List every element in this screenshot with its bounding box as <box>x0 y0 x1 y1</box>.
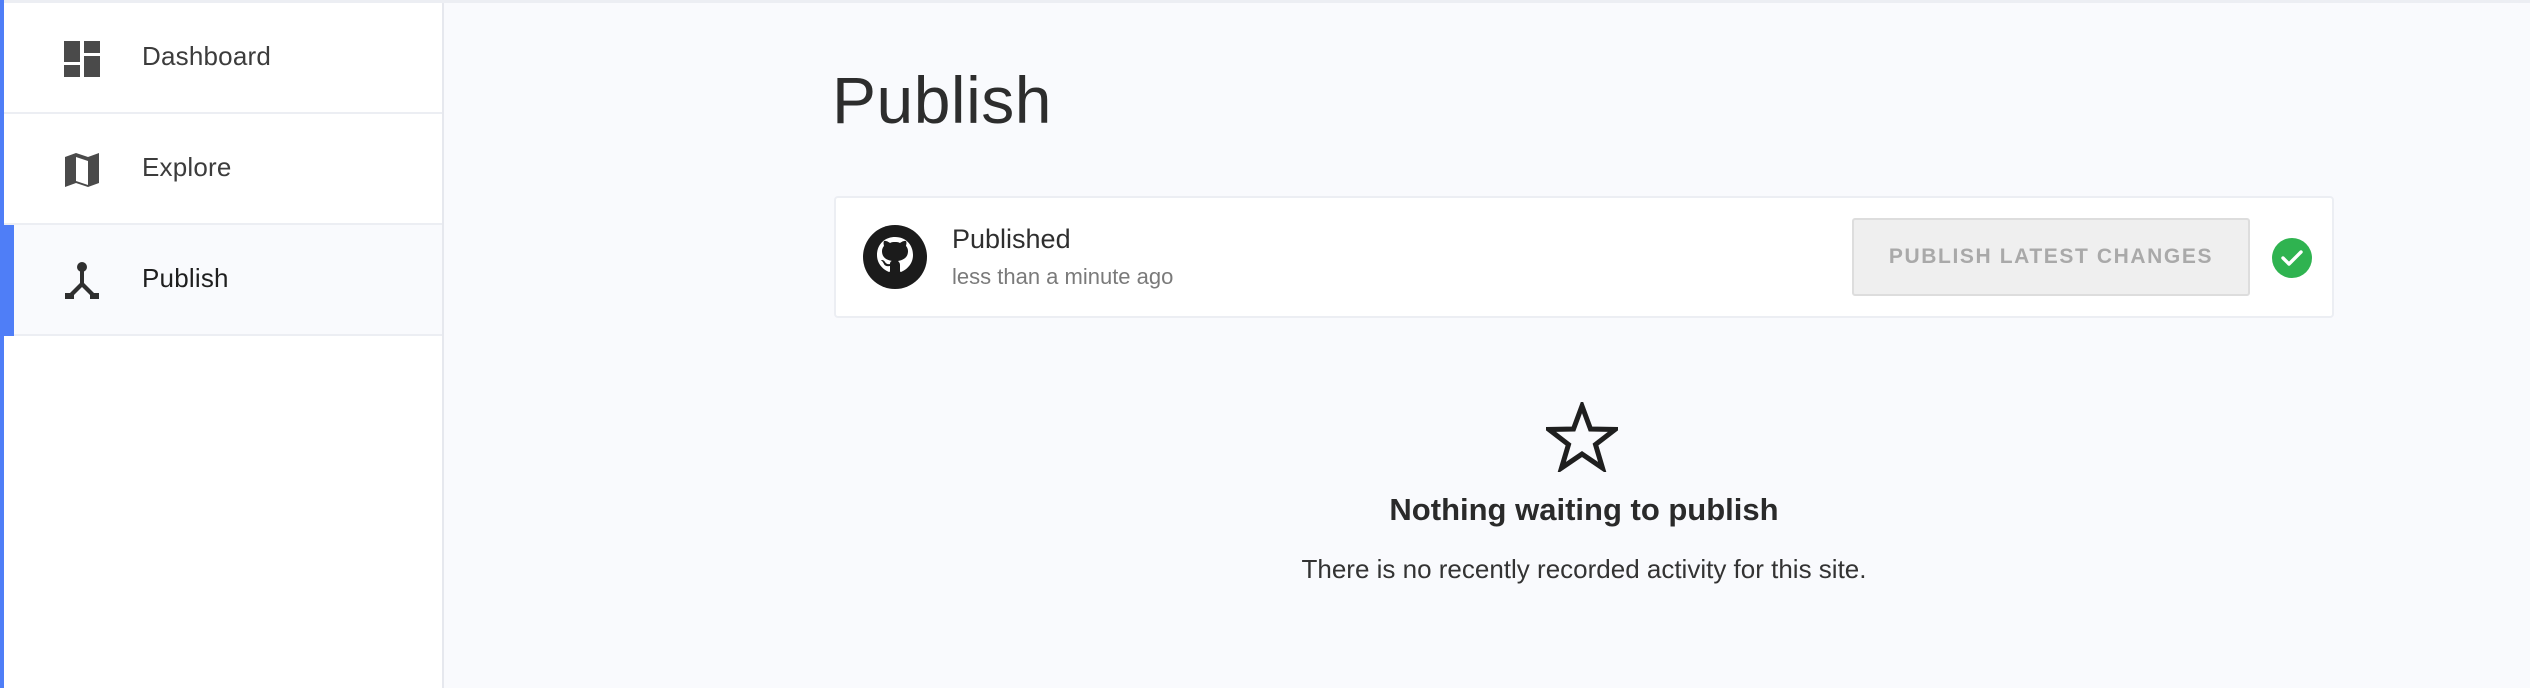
empty-state-title: Nothing waiting to publish <box>1389 492 1779 527</box>
sidebar-item-dashboard[interactable]: Dashboard <box>4 3 442 114</box>
sidebar-item-label: Explore <box>142 152 232 182</box>
sidebar-item-explore[interactable]: Explore <box>4 114 442 225</box>
app-window: Dashboard Explore Publish Publish Publis… <box>0 0 2530 688</box>
github-icon <box>863 225 927 289</box>
check-circle-icon <box>2272 238 2312 278</box>
sidebar-item-label: Dashboard <box>142 41 271 71</box>
dashboard-icon <box>64 41 100 77</box>
status-timestamp: less than a minute ago <box>952 264 1174 289</box>
page-title: Publish <box>832 63 1052 137</box>
sidebar: Dashboard Explore Publish <box>0 3 444 688</box>
status-title: Published <box>952 224 1071 254</box>
publish-latest-changes-button[interactable]: PUBLISH LATEST CHANGES <box>1852 218 2250 296</box>
sidebar-item-label: Publish <box>142 263 229 293</box>
publish-status-card: Published less than a minute ago PUBLISH… <box>834 196 2334 318</box>
empty-state-description: There is no recently recorded activity f… <box>1301 554 1867 584</box>
publish-fork-icon <box>65 262 99 299</box>
sidebar-item-publish[interactable]: Publish <box>0 225 442 336</box>
active-indicator <box>0 225 14 336</box>
star-icon <box>1546 402 1618 472</box>
map-icon <box>65 153 99 187</box>
